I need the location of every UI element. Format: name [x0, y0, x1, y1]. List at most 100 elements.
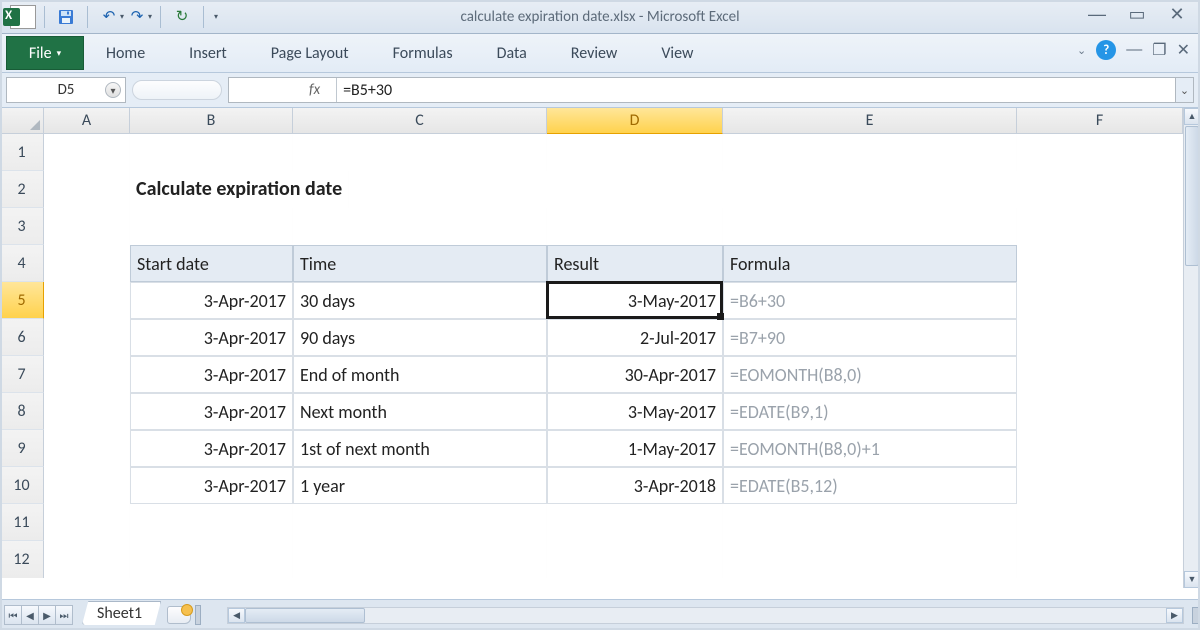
table-cell[interactable]: =EDATE(B5,12)	[723, 467, 1017, 504]
maximize-icon[interactable]: ▭	[1126, 4, 1148, 25]
vertical-scrollbar[interactable]: ▲ ▼	[1183, 108, 1200, 588]
row-header[interactable]: 11	[0, 504, 44, 541]
table-cell[interactable]: =B6+30	[723, 282, 1017, 319]
row-header[interactable]: 3	[0, 208, 44, 245]
name-box[interactable]: D5 ▾	[6, 77, 126, 103]
table-cell[interactable]: 3-Apr-2017	[130, 356, 293, 393]
file-tab[interactable]: File▾	[6, 36, 84, 70]
table-cell[interactable]: 3-Apr-2017	[130, 319, 293, 356]
sheet-nav-prev-icon[interactable]: ◀	[21, 605, 39, 625]
table-cell[interactable]: 3-Apr-2017	[130, 430, 293, 467]
col-header-c[interactable]: C	[293, 108, 547, 133]
row-header[interactable]: 1	[0, 134, 44, 171]
save-icon[interactable]	[55, 6, 77, 28]
col-header-e[interactable]: E	[723, 108, 1017, 133]
redo-icon[interactable]: ↷	[126, 6, 148, 28]
help-icon[interactable]: ?	[1096, 40, 1116, 60]
table-cell[interactable]: End of month	[293, 356, 547, 393]
undo-dropdown-icon[interactable]: ▾	[120, 12, 124, 22]
ribbon-minimize-icon[interactable]: ⌄	[1077, 44, 1086, 57]
row-header[interactable]: 8	[0, 393, 44, 430]
table-cell[interactable]: =B7+90	[723, 319, 1017, 356]
row-header[interactable]: 12	[0, 541, 44, 578]
col-header-a[interactable]: A	[44, 108, 130, 133]
row-label: 4	[17, 254, 25, 273]
table-header[interactable]: Time	[293, 245, 547, 282]
tab-review[interactable]: Review	[549, 34, 640, 72]
tab-formulas[interactable]: Formulas	[371, 34, 475, 72]
table-cell[interactable]: 30 days	[293, 282, 547, 319]
col-label: E	[866, 111, 874, 130]
sheet-nav-last-icon[interactable]: ⏭	[55, 605, 73, 625]
table-cell[interactable]: =EOMONTH(B8,0)	[723, 356, 1017, 393]
sheet-tab[interactable]: Sheet1	[82, 601, 161, 625]
table-cell[interactable]: 3-Apr-2017	[130, 467, 293, 504]
redo-dropdown-icon[interactable]: ▾	[148, 12, 152, 22]
sheet-nav-next-icon[interactable]: ▶	[38, 605, 56, 625]
qat-customize-icon[interactable]: ▾	[214, 12, 218, 22]
tab-insert[interactable]: Insert	[167, 34, 249, 72]
column-headers: A B C D E F	[44, 108, 1183, 134]
tab-view[interactable]: View	[639, 34, 715, 72]
table-cell[interactable]: =EDATE(B9,1)	[723, 393, 1017, 430]
table-cell[interactable]: 3-Apr-2017	[130, 393, 293, 430]
tab-split-handle[interactable]	[195, 605, 201, 625]
row-header[interactable]: 4	[0, 245, 44, 282]
new-sheet-icon[interactable]	[167, 606, 191, 624]
tab-data[interactable]: Data	[475, 34, 549, 72]
table-header[interactable]: Start date	[130, 245, 293, 282]
row-header[interactable]: 6	[0, 319, 44, 356]
table-cell[interactable]: 2-Jul-2017	[547, 319, 723, 356]
table-header[interactable]: Formula	[723, 245, 1017, 282]
table-cell[interactable]: 3-Apr-2018	[547, 467, 723, 504]
close-icon[interactable]: ✕	[1166, 4, 1188, 25]
scroll-thumb[interactable]	[245, 608, 365, 623]
horizontal-split-handle[interactable]	[1192, 607, 1200, 624]
table-cell[interactable]: 30-Apr-2017	[547, 356, 723, 393]
scroll-thumb[interactable]	[1185, 126, 1199, 266]
scroll-right-icon[interactable]: ▶	[1166, 608, 1183, 623]
horizontal-scrollbar[interactable]: ◀ ▶	[227, 607, 1184, 624]
tab-home[interactable]: Home	[84, 34, 167, 72]
scroll-up-icon[interactable]: ▲	[1184, 108, 1200, 125]
tab-page-layout[interactable]: Page Layout	[249, 34, 371, 72]
scroll-left-icon[interactable]: ◀	[228, 608, 245, 623]
formula-bar-expand-icon[interactable]: ⌄	[1176, 77, 1194, 103]
sheet-nav-first-icon[interactable]: ⏮	[4, 605, 22, 625]
namebox-dropdown-icon[interactable]: ▾	[105, 82, 121, 98]
tab-label: Formulas	[393, 44, 453, 63]
minimize-icon[interactable]: ―	[1086, 4, 1108, 25]
row-header[interactable]: 2	[0, 171, 44, 208]
scroll-track[interactable]	[245, 608, 1166, 623]
formula-input-wrap[interactable]: fx =B5+30	[228, 77, 1176, 103]
redo-alt-icon[interactable]: ↻	[171, 6, 193, 28]
table-cell[interactable]: 1-May-2017	[547, 430, 723, 467]
scroll-down-icon[interactable]: ▼	[1184, 571, 1200, 588]
cells-area[interactable]: Calculate expiration date Start date Tim…	[44, 134, 1183, 588]
table-cell[interactable]: Next month	[293, 393, 547, 430]
table-cell[interactable]: 3-May-2017	[547, 282, 723, 319]
table-cell[interactable]: 1st of next month	[293, 430, 547, 467]
table-header[interactable]: Result	[547, 245, 723, 282]
row-header[interactable]: 10	[0, 467, 44, 504]
fx-icon[interactable]: fx	[229, 81, 330, 99]
col-header-b[interactable]: B	[130, 108, 293, 133]
row-header[interactable]: 5	[0, 282, 44, 319]
doc-minimize-icon[interactable]: ―	[1126, 41, 1142, 59]
select-all-button[interactable]	[0, 108, 44, 134]
tab-label: Insert	[189, 44, 227, 63]
table-cell[interactable]: 3-May-2017	[547, 393, 723, 430]
col-header-f[interactable]: F	[1017, 108, 1183, 133]
row-header[interactable]: 9	[0, 430, 44, 467]
undo-icon[interactable]: ↶	[98, 6, 120, 28]
table-cell[interactable]: 90 days	[293, 319, 547, 356]
formula-input[interactable]: =B5+30	[343, 81, 1175, 100]
table-cell[interactable]: 1 year	[293, 467, 547, 504]
table-cell[interactable]: 3-Apr-2017	[130, 282, 293, 319]
doc-restore-icon[interactable]: ❐	[1152, 40, 1166, 60]
col-header-d[interactable]: D	[547, 108, 723, 134]
row-header[interactable]: 7	[0, 356, 44, 393]
table-cell[interactable]: =EOMONTH(B8,0)+1	[723, 430, 1017, 467]
excel-app-icon[interactable]: X	[10, 5, 36, 29]
doc-close-icon[interactable]: ✕	[1177, 40, 1190, 60]
